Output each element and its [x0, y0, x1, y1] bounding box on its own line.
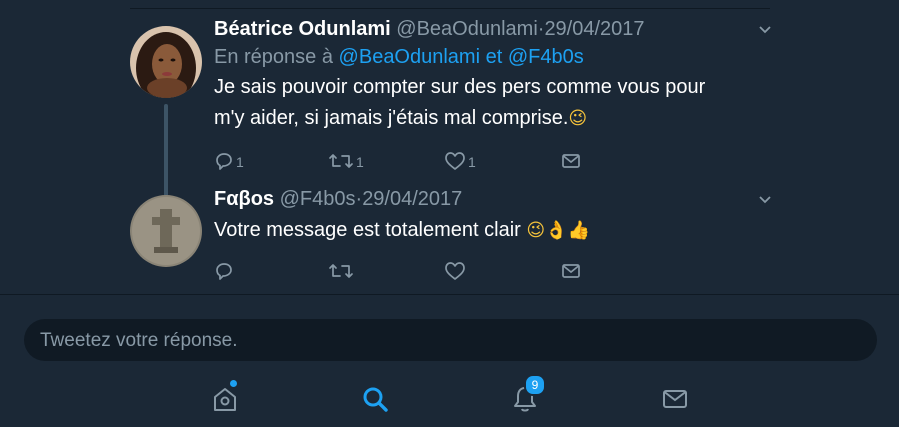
- like-count: 1: [468, 154, 476, 170]
- reply-icon: [216, 263, 232, 280]
- notifications-badge: 9: [524, 374, 546, 396]
- tweet-text-line: Je sais pouvoir compter sur des pers com…: [214, 76, 706, 98]
- tweet-date[interactable]: 29/04/2017: [362, 188, 462, 210]
- tab-notifications[interactable]: 9: [510, 374, 546, 414]
- emoji: 😉: [568, 108, 588, 129]
- like-button[interactable]: 1: [444, 150, 476, 172]
- bottom-tab-bar: 9: [0, 370, 899, 427]
- conversation-feed: Béatrice Odunlami @BeaOdunlami·29/04/201…: [130, 0, 772, 296]
- reply-icon: [216, 153, 232, 170]
- retweet-icon: [329, 264, 353, 278]
- reply-prefix: En réponse à: [214, 46, 333, 68]
- tweet-text-line: m'y aider, si jamais j'étais mal compris…: [214, 107, 569, 129]
- tweet-header: Fαβos @F4b0s·29/04/2017: [214, 186, 759, 212]
- avatar[interactable]: [130, 195, 202, 267]
- mention-link[interactable]: @F4b0s: [508, 46, 584, 68]
- retweet-button[interactable]: 1: [328, 150, 364, 172]
- like-button[interactable]: [444, 260, 468, 282]
- divider: [130, 8, 770, 9]
- author-name[interactable]: Béatrice Odunlami: [214, 18, 391, 40]
- avatar[interactable]: [130, 26, 202, 98]
- mail-icon: [663, 390, 687, 408]
- tweet-header: Béatrice Odunlami @BeaOdunlami·29/04/201…: [214, 16, 759, 42]
- tweet-actions: [214, 260, 594, 282]
- author-handle[interactable]: @BeaOdunlami: [396, 18, 537, 40]
- tab-home[interactable]: [210, 380, 240, 414]
- retweet-icon: [329, 154, 353, 168]
- reply-button[interactable]: [214, 260, 236, 282]
- search-icon: [363, 387, 388, 412]
- reply-composer[interactable]: [24, 319, 877, 363]
- chevron-down-icon[interactable]: [758, 192, 772, 206]
- tweet-date[interactable]: 29/04/2017: [544, 18, 644, 40]
- dm-button[interactable]: [561, 260, 581, 282]
- thread-line: [164, 104, 168, 200]
- author-name[interactable]: Fαβos: [214, 188, 274, 210]
- retweet-count: 1: [356, 154, 364, 170]
- divider: [0, 294, 899, 295]
- dm-icon: [562, 264, 580, 278]
- mention-link[interactable]: @BeaOdunlami: [339, 46, 480, 68]
- emoji: 😉👌👍: [526, 220, 590, 241]
- tweet-content: Fαβos @F4b0s·29/04/2017 Votre message es…: [214, 186, 759, 246]
- tweet-content: Béatrice Odunlami @BeaOdunlami·29/04/201…: [214, 16, 759, 134]
- dm-icon: [562, 154, 580, 168]
- unread-dot: [230, 380, 237, 387]
- reply-context: En réponse à @BeaOdunlami et @F4b0s: [214, 44, 759, 70]
- tweet-text-line: Votre message est totalement clair: [214, 219, 521, 241]
- reply-input[interactable]: [38, 319, 862, 363]
- chevron-down-icon[interactable]: [758, 22, 772, 36]
- retweet-button[interactable]: [328, 260, 356, 282]
- tweet-text: Je sais pouvoir compter sur des pers com…: [214, 72, 759, 134]
- tab-search[interactable]: [360, 384, 390, 414]
- like-icon: [445, 152, 465, 170]
- dm-button[interactable]: [561, 150, 581, 172]
- reply-and: et: [485, 46, 503, 68]
- author-handle[interactable]: @F4b0s: [280, 188, 356, 210]
- reply-count: 1: [236, 154, 244, 170]
- tab-messages[interactable]: [660, 384, 690, 414]
- like-icon: [445, 262, 465, 280]
- tweet-text: Votre message est totalement clair 😉👌👍: [214, 215, 759, 246]
- home-icon: [214, 388, 236, 411]
- tweet-actions: 1 1 1: [214, 150, 594, 172]
- reply-button[interactable]: 1: [214, 150, 244, 172]
